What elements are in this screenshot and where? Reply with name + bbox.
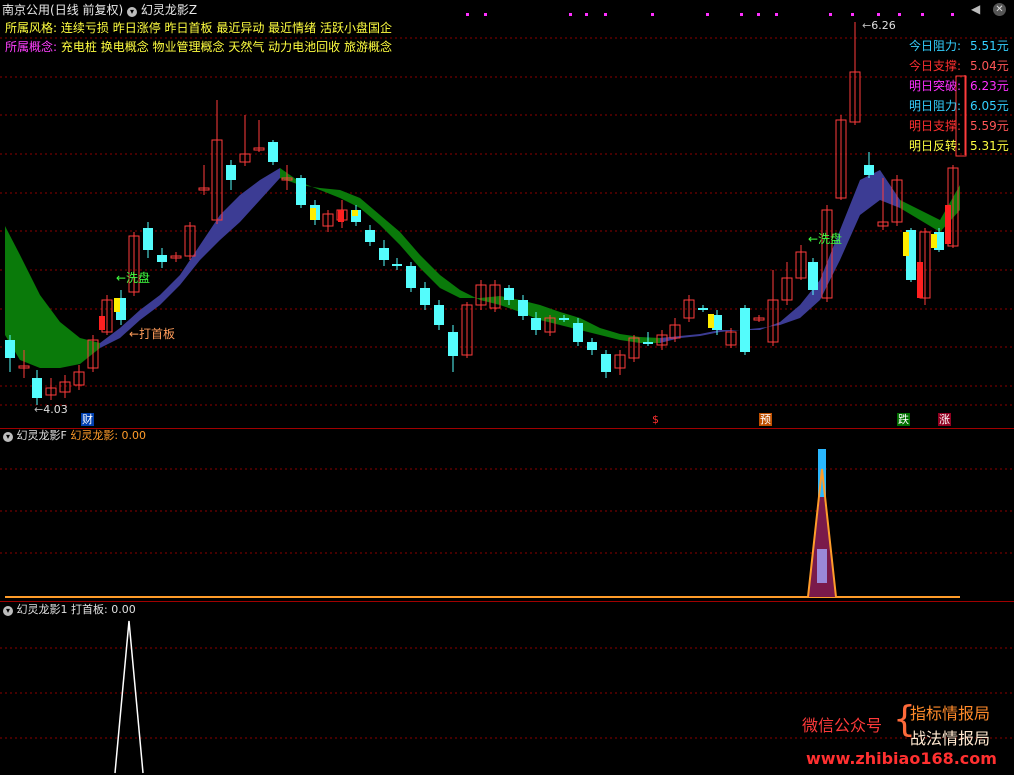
- level-value: 5.51元: [970, 39, 1009, 53]
- level-value: 6.05元: [970, 99, 1009, 113]
- candle-body-down: [392, 264, 402, 266]
- high-price-label: ←6.26: [862, 19, 896, 32]
- top-dot: [951, 13, 954, 16]
- watermark-url: www.zhibiao168.com: [806, 749, 997, 768]
- level-label: 明日突破:: [909, 79, 962, 93]
- top-dot: [706, 13, 709, 16]
- level-label: 今日阻力:: [909, 39, 962, 53]
- candle-body-down: [531, 318, 541, 330]
- signal-candle: [708, 314, 714, 328]
- level-value: 5.04元: [970, 59, 1009, 73]
- wash-label-2: ←洗盘: [808, 232, 843, 246]
- candle-body-down: [518, 300, 528, 316]
- candle-body-down: [296, 178, 306, 205]
- band-green-1: [5, 226, 100, 368]
- signal-candle: [931, 234, 937, 248]
- candle-body-down: [448, 332, 458, 356]
- candle-body-down: [573, 323, 583, 342]
- watermark-right-1: 指标情报局: [910, 704, 991, 723]
- level-label: 明日反转:: [909, 139, 962, 153]
- first-board-spike: [114, 620, 144, 774]
- top-dot: [898, 13, 901, 16]
- top-dot: [740, 13, 743, 16]
- candle-body-down: [379, 248, 389, 260]
- top-dot: [484, 13, 487, 16]
- low-price-label: ←4.03: [34, 403, 68, 416]
- level-label: 今日支撑:: [909, 59, 962, 73]
- wash-label-1: ←洗盘: [116, 271, 151, 285]
- main-price-chart[interactable]: [0, 0, 1014, 428]
- candle-body-down: [698, 308, 708, 310]
- watermark-left: 微信公众号: [802, 716, 883, 735]
- level-value: 6.23元: [970, 79, 1009, 93]
- signal-candle: [310, 208, 316, 220]
- marker-yu[interactable]: 预: [759, 413, 772, 426]
- candle-body-down: [864, 165, 874, 175]
- spike-bar-lower: [817, 549, 827, 583]
- level-label: 明日支撑:: [909, 119, 962, 133]
- candle-body-down: [143, 228, 153, 250]
- level-value: 5.59元: [970, 119, 1009, 133]
- top-dot: [651, 13, 654, 16]
- signal-candle: [114, 298, 120, 312]
- marker-die[interactable]: 跌: [897, 413, 910, 426]
- candle-body-down: [434, 305, 444, 325]
- top-dot: [585, 13, 588, 16]
- candle-body-down: [157, 255, 167, 262]
- marker-cai[interactable]: 财: [81, 413, 94, 426]
- candle-body-down: [365, 230, 375, 242]
- marker-zhang[interactable]: 涨: [938, 413, 951, 426]
- top-dot: [921, 13, 924, 16]
- panel2-chart[interactable]: [0, 429, 1014, 601]
- signal-candle: [903, 232, 909, 256]
- candle-body-down: [268, 142, 278, 162]
- band-blue-2: [660, 170, 900, 343]
- panel-divider-2: [0, 601, 1014, 602]
- signal-candle: [338, 210, 344, 222]
- candle-body-down: [5, 340, 15, 358]
- top-dot: [851, 13, 854, 16]
- top-dot: [604, 13, 607, 16]
- first-board-label: ←打首板: [129, 327, 176, 341]
- top-dot: [466, 13, 469, 16]
- candle-body-down: [504, 288, 514, 300]
- candle-body-down: [587, 342, 597, 350]
- top-dot: [757, 13, 760, 16]
- signal-candle: [945, 205, 951, 244]
- level-value: 5.31元: [970, 139, 1009, 153]
- top-dot: [569, 13, 572, 16]
- top-dot: [775, 13, 778, 16]
- band-green-2: [280, 168, 660, 343]
- watermark-right-2: 战法情报局: [910, 729, 991, 748]
- marker-dollar[interactable]: $: [651, 413, 660, 426]
- signal-candle: [99, 316, 105, 330]
- candle-body-down: [643, 342, 653, 344]
- level-label: 明日阻力:: [909, 99, 962, 113]
- top-dot: [829, 13, 832, 16]
- candle-body-down: [601, 354, 611, 372]
- candle-body-down: [406, 266, 416, 288]
- candle-body-down: [808, 262, 818, 290]
- signal-candle: [352, 210, 358, 216]
- top-dot: [877, 13, 880, 16]
- candle-body-down: [420, 288, 430, 305]
- signal-candle: [917, 262, 923, 298]
- candle-body-down: [740, 308, 750, 352]
- candle-body-down: [32, 378, 42, 398]
- candle-body-down: [226, 165, 236, 180]
- candle-body-down: [559, 318, 569, 320]
